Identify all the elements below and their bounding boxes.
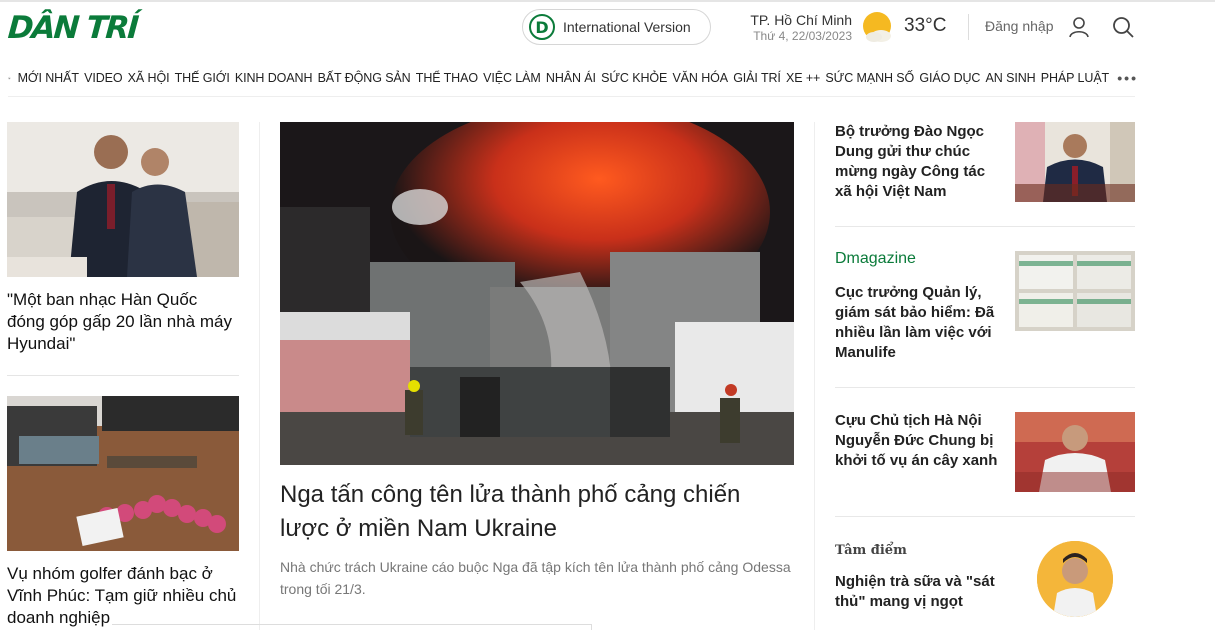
article-title[interactable]: Nghiện trà sữa và "sát thủ" mang vị ngọt [835, 572, 1000, 612]
article-title[interactable]: Cục trưởng Quản lý, giám sát bảo hiểm: Đ… [835, 283, 1000, 363]
login-link[interactable]: Đăng nhập [985, 18, 1054, 34]
main-nav: MỚI NHẤT VIDEO XÃ HỘI THẾ GIỚI KINH DOAN… [8, 66, 1138, 90]
nav-item[interactable]: PHÁP LUẬT [1041, 71, 1109, 85]
article-thumbnail[interactable] [1037, 541, 1113, 617]
column-divider [259, 122, 260, 630]
nav-item[interactable]: AN SINH [986, 71, 1036, 85]
right-article[interactable]: Cựu Chủ tịch Hà Nội Nguyễn Đức Chung bị … [835, 411, 1135, 493]
search-icon[interactable] [1112, 16, 1134, 38]
nav-item[interactable]: BẤT ĐỘNG SẢN [318, 71, 411, 85]
intl-badge-icon: D [529, 14, 555, 40]
article-divider [7, 375, 239, 376]
weather-widget: TP. Hồ Chí Minh Thứ 4, 22/03/2023 [740, 12, 852, 44]
current-date: Thứ 4, 22/03/2023 [753, 29, 852, 43]
article-divider [835, 516, 1135, 517]
article-thumbnail[interactable] [7, 122, 239, 277]
right-article[interactable]: Dmagazine Cục trưởng Quản lý, giám sát b… [835, 249, 1135, 361]
nav-item[interactable]: XE ++ [786, 71, 820, 85]
article-title[interactable]: Cựu Chủ tịch Hà Nội Nguyễn Đức Chung bị … [835, 411, 1000, 471]
article-divider [835, 387, 1135, 388]
temperature: 33°C [904, 15, 947, 36]
nav-item[interactable]: THẾ GIỚI [175, 71, 230, 85]
nav-item[interactable]: SỨC MẠNH SỐ [825, 71, 914, 85]
article-divider [835, 226, 1135, 227]
nav-item[interactable]: GIẢI TRÍ [733, 71, 781, 85]
main-article-image[interactable] [280, 122, 794, 465]
main-article-description: Nhà chức trách Ukraine cáo buộc Nga đã t… [280, 559, 791, 597]
weather-city: TP. Hồ Chí Minh [750, 12, 852, 28]
more-menu-icon[interactable]: ••• [1117, 70, 1138, 86]
intl-button-label: International Version [563, 19, 691, 35]
bottom-overlay-bar [112, 624, 592, 630]
site-logo[interactable]: DÂN TRÍ [7, 10, 139, 46]
nav-item[interactable]: NHÂN ÁI [546, 71, 596, 85]
header-divider [968, 14, 969, 40]
nav-item[interactable]: KINH DOANH [235, 71, 313, 85]
international-version-button[interactable]: D International Version [522, 9, 711, 45]
nav-item[interactable]: SỨC KHỎE [601, 71, 667, 85]
nav-item[interactable]: VĂN HÓA [672, 71, 728, 85]
right-article[interactable]: Bộ trưởng Đào Ngọc Dung gửi thư chúc mừn… [835, 122, 1135, 202]
article-title[interactable]: Bộ trưởng Đào Ngọc Dung gửi thư chúc mừn… [835, 122, 1000, 202]
nav-divider [8, 96, 1135, 97]
nav-item[interactable]: XÃ HỘI [128, 71, 170, 85]
nav-item[interactable]: GIÁO DỤC [919, 71, 980, 85]
nav-item[interactable]: VIỆC LÀM [483, 71, 541, 85]
sun-cloud-icon [863, 12, 891, 42]
nav-item[interactable]: MỚI NHẤT [18, 71, 79, 85]
main-article-title[interactable]: Nga tấn công tên lửa thành phố cảng chiế… [280, 478, 794, 546]
top-divider [0, 0, 1215, 2]
nav-item[interactable]: VIDEO [84, 71, 123, 85]
column-divider [814, 122, 815, 630]
nav-item[interactable]: THỂ THAO [416, 71, 478, 85]
article-thumbnail[interactable] [1015, 122, 1135, 202]
left-column: "Một ban nhạc Hàn Quốc đóng góp gấp 20 l… [7, 122, 239, 629]
article-thumbnail[interactable] [1015, 412, 1135, 492]
article-thumbnail[interactable] [7, 396, 239, 551]
home-icon[interactable] [8, 67, 11, 89]
article-thumbnail[interactable] [1015, 251, 1135, 331]
user-icon[interactable] [1068, 16, 1090, 38]
article-title[interactable]: Vụ nhóm golfer đánh bạc ở Vĩnh Phúc: Tạm… [7, 563, 239, 629]
article-title[interactable]: "Một ban nhạc Hàn Quốc đóng góp gấp 20 l… [7, 289, 239, 355]
